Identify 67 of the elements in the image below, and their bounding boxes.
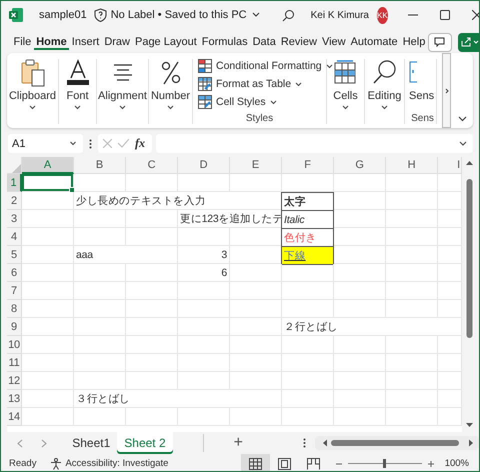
menu-tab[interactable]: View [319, 34, 348, 50]
column-header[interactable]: I [438, 157, 462, 174]
row-header[interactable]: 2 [7, 192, 22, 210]
menu-tab[interactable]: Automate [348, 34, 400, 50]
sheet-tab[interactable]: Sheet1 [65, 432, 118, 454]
ribbon-button[interactable]: Font [64, 59, 92, 110]
ribbon-menu-button[interactable]: Conditional Formatting [198, 59, 333, 73]
zoom-level[interactable]: 100% [444, 458, 469, 469]
row-header[interactable]: 13 [7, 390, 22, 408]
menu-tab[interactable]: Data [250, 34, 278, 50]
menu-tab[interactable]: Insert [69, 34, 102, 50]
column-header[interactable]: E [230, 157, 282, 174]
row-header[interactable]: 11 [7, 354, 22, 372]
ribbon-button[interactable]: Cells [331, 59, 360, 110]
row-header[interactable]: 10 [7, 336, 22, 354]
menu-tab[interactable]: Draw [102, 34, 132, 50]
column-header[interactable]: H [386, 157, 438, 174]
column-header[interactable]: A [22, 157, 74, 174]
table-cell[interactable]: Italic [281, 210, 334, 229]
table-cell[interactable]: ３行とばし [74, 390, 282, 408]
row-header[interactable]: 1 [7, 174, 22, 192]
row-header[interactable]: 8 [7, 300, 22, 318]
save-status: No Label • Saved to this PC [110, 9, 247, 21]
file-name: sample01 [39, 9, 87, 21]
menu-tab[interactable]: Home [34, 34, 70, 50]
ribbon-button[interactable]: Sens [409, 59, 436, 102]
user-name: Kei K Kimura [310, 10, 369, 20]
column-header[interactable]: G [334, 157, 386, 174]
column-header[interactable]: D [178, 157, 230, 174]
row-header[interactable]: 6 [7, 264, 22, 282]
ribbon-button[interactable]: Alignment [96, 59, 149, 110]
menu-tab[interactable]: Formulas [199, 34, 250, 50]
table-cell[interactable]: 少し長めのテキストを入力 [74, 192, 282, 210]
menu-tab[interactable]: Page Layout [132, 34, 200, 50]
group-label: Sens [411, 113, 434, 124]
row-header[interactable]: 4 [7, 228, 22, 246]
ribbon-button[interactable]: Number [148, 59, 192, 110]
table-cell[interactable]: 太字 [281, 192, 334, 211]
ribbon-menu-button[interactable]: Format as Table [198, 77, 302, 91]
group-label: Styles [246, 113, 274, 124]
ribbon-button[interactable]: Clipboard [7, 59, 58, 110]
table-cell[interactable]: aaa [74, 246, 178, 264]
status-text: Ready [9, 458, 36, 469]
add-sheet-button[interactable]: + [202, 434, 247, 452]
table-cell[interactable]: 3 [178, 246, 230, 264]
sheet-tab[interactable]: Sheet 2 [117, 432, 173, 454]
name-box[interactable]: A1 [8, 134, 83, 153]
menu-tab[interactable]: Help [400, 34, 428, 50]
row-header[interactable]: 7 [7, 282, 22, 300]
row-header[interactable]: 14 [7, 408, 22, 426]
table-cell[interactable]: 下線 [281, 246, 334, 265]
column-header[interactable]: C [126, 157, 178, 174]
column-header[interactable]: F [282, 157, 334, 174]
row-header[interactable]: 5 [7, 246, 22, 264]
ribbon-menu-button[interactable]: Cell Styles [198, 95, 277, 109]
column-header[interactable]: B [74, 157, 126, 174]
menu-tab[interactable]: File [11, 34, 34, 50]
accessibility-status[interactable]: Accessibility: Investigate [65, 458, 168, 469]
table-cell[interactable]: 6 [178, 264, 230, 282]
ribbon-button[interactable]: Editing [366, 59, 404, 110]
row-header[interactable]: 12 [7, 372, 22, 390]
row-header[interactable]: 9 [7, 318, 22, 336]
row-header[interactable]: 3 [7, 210, 22, 228]
table-cell[interactable]: ２行とばし [282, 318, 462, 336]
user-avatar[interactable]: KK [377, 6, 388, 24]
menu-tab[interactable]: Review [278, 34, 320, 50]
insert-function-button[interactable]: fx [135, 136, 145, 151]
